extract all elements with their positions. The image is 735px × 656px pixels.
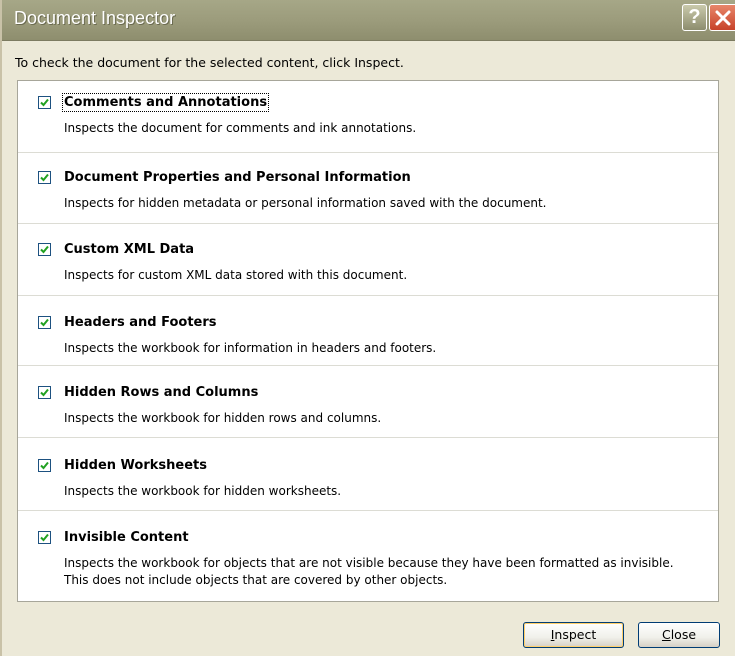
option-invisible-content: Invisible Content Inspects the workbook … [18, 511, 718, 601]
option-title: Document Properties and Personal Informa… [64, 170, 411, 185]
option-description: Inspects the document for comments and i… [64, 121, 417, 135]
close-button[interactable]: Close [638, 622, 720, 648]
checkbox-document-properties[interactable] [38, 171, 51, 184]
option-description: Inspects the workbook for information in… [64, 341, 437, 355]
option-title: Invisible Content [64, 530, 189, 545]
checkmark-icon [40, 533, 49, 542]
close-window-button[interactable] [709, 4, 735, 31]
option-description: Inspects the workbook for hidden workshe… [64, 484, 342, 498]
document-inspector-dialog: Document Inspector ? To check the docume… [0, 0, 735, 656]
option-title: Headers and Footers [64, 315, 217, 330]
checkmark-icon [40, 173, 49, 182]
title-bar[interactable]: Document Inspector ? [2, 0, 735, 41]
close-accesskey: C [661, 627, 671, 642]
close-label: lose [670, 627, 697, 642]
checkmark-icon [40, 245, 49, 254]
inspection-options-list: Comments and Annotations Inspects the do… [17, 80, 719, 602]
option-title: Custom XML Data [64, 242, 195, 257]
checkbox-comments-annotations[interactable] [38, 96, 51, 109]
option-document-properties: Document Properties and Personal Informa… [18, 153, 718, 224]
option-description: Inspects for custom XML data stored with… [64, 268, 408, 282]
help-icon: ? [688, 6, 701, 28]
option-hidden-rows-columns: Hidden Rows and Columns Inspects the wor… [18, 366, 718, 438]
option-description: Inspects the workbook for hidden rows an… [64, 411, 382, 425]
checkmark-icon [40, 388, 49, 397]
checkbox-custom-xml[interactable] [38, 243, 51, 256]
checkmark-icon [40, 461, 49, 470]
option-headers-footers: Headers and Footers Inspects the workboo… [18, 296, 718, 366]
option-comments-annotations: Comments and Annotations Inspects the do… [18, 81, 718, 153]
checkbox-hidden-worksheets[interactable] [38, 459, 51, 472]
help-button[interactable]: ? [682, 4, 707, 31]
option-description: Inspects for hidden metadata or personal… [64, 196, 547, 210]
option-title: Comments and Annotations [61, 93, 270, 112]
instruction-text: To check the document for the selected c… [15, 55, 404, 70]
checkbox-hidden-rows-columns[interactable] [38, 386, 51, 399]
checkmark-icon [40, 98, 49, 107]
inspect-label: nspect [554, 627, 597, 642]
inspect-button[interactable]: Inspect [523, 622, 624, 648]
option-description: Inspects the workbook for objects that a… [64, 556, 674, 587]
option-custom-xml: Custom XML Data Inspects for custom XML … [18, 224, 718, 296]
checkmark-icon [40, 318, 49, 327]
close-icon [715, 10, 731, 26]
checkbox-invisible-content[interactable] [38, 531, 51, 544]
dialog-title: Document Inspector [14, 8, 176, 28]
option-title: Hidden Worksheets [64, 458, 207, 473]
checkbox-headers-footers[interactable] [38, 316, 51, 329]
option-title: Hidden Rows and Columns [64, 385, 259, 400]
option-hidden-worksheets: Hidden Worksheets Inspects the workbook … [18, 438, 718, 511]
